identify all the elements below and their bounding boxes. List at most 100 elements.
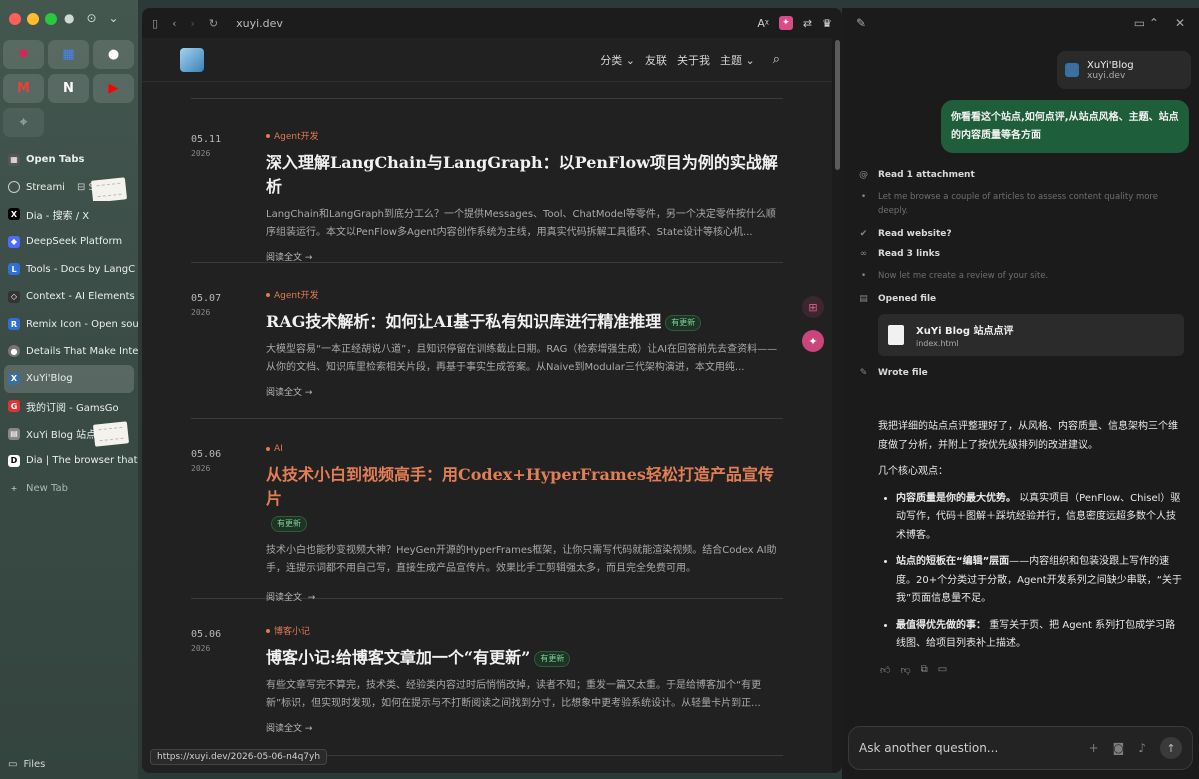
link-icon: ∞ [859,248,868,259]
address-bar[interactable]: xuyi.dev [236,17,283,30]
plus-icon: + [10,483,18,493]
attachment-card[interactable]: XuYi'Blog xuyi.dev [1057,51,1191,89]
pinned-slack[interactable]: ✱ [3,40,44,69]
tab-item[interactable]: X Dia - 搜索 / X [0,201,138,228]
file-card[interactable]: XuYi Blog 站点点评 index.html [878,314,1184,357]
assistant-icon[interactable]: ♛ [822,17,832,30]
add-pinned-button[interactable]: ⌖ [3,108,44,137]
translate-icon[interactable]: Aᵡ [757,17,769,30]
read-more-link[interactable]: 阅读全文 → [266,385,783,398]
reload-icon[interactable]: ↻ [209,17,218,30]
post-title[interactable]: 从技术小白到视频高手：用Codex+HyperFrames轻松打造产品宣传片 有更… [266,463,783,535]
copy-icon[interactable]: ⧉ [921,664,928,676]
read-more-link[interactable]: 阅读全文 → [266,250,783,263]
tab-item[interactable]: L Tools - Docs by LangC [0,256,138,283]
thumbs-up-icon[interactable]: 👍︎ [880,664,890,676]
close-icon[interactable]: ✕ [1175,16,1185,30]
deepseek-icon: ◆ [8,235,20,248]
nav-theme[interactable]: 主题 ⌄ [720,52,755,68]
ask-input[interactable]: Ask another question... [859,741,998,755]
updated-badge: 有更新 [665,314,702,331]
post-year: 2026 [191,308,211,317]
post-category[interactable]: AI [266,444,783,454]
ask-input-box[interactable]: Ask another question... + ◙ ♪ ↑ [848,726,1193,770]
tab-item[interactable]: D Dia | The browser that [0,447,138,474]
step-opened-file[interactable]: ▤ Opened file [858,294,1188,304]
widget-grid-button[interactable]: ⊞ [802,296,824,318]
nav-categories[interactable]: 分类 ⌄ [600,52,635,68]
back-icon[interactable]: ‹ [172,17,176,30]
site-logo[interactable] [180,47,204,72]
translate-float-button[interactable]: ✦ [802,330,824,352]
tab-item[interactable]: Streami ⊟ S [0,173,138,201]
pinned-youtube[interactable]: ▶ [93,74,134,103]
forward-icon[interactable]: › [190,17,194,30]
sidebar-toggle-icon[interactable]: ▯ [152,17,158,30]
tab-item[interactable]: G 我的订阅 - GamsGo [0,393,138,420]
files-label: Files [23,759,46,770]
post-title[interactable]: 深入理解LangChain与LangGraph：以PenFlow项目为例的实战解… [266,151,783,199]
plus-icon[interactable]: + [1089,741,1099,755]
pinned-gmail[interactable]: M [3,74,44,103]
link-status-url: https://xuyi.dev/2026-05-06-n4q7yh [150,749,328,765]
tab-list: ▦ Open Tabs Streami ⊟ S X Dia - 搜索 / X ◆… [0,146,138,502]
assistant-panel: ✎ ▭ ⌃ ✕ XuYi'Blog xuyi.dev 你看看这个站点,如何点评,… [842,8,1199,779]
post-category[interactable]: 博客小记 [266,624,783,637]
tab-item[interactable]: ● Details That Make Inte [0,338,138,365]
profile-icon[interactable]: ● [64,11,74,25]
step-thought: • Let me browse a couple of articles to a… [858,190,1188,219]
tab-item[interactable]: ◇ Context - AI Elements [0,283,138,310]
browser-window: ▯ ‹ › ↻ xuyi.dev Aᵡ ✦ ⇄ ♛ 分类 ⌄ 友联 关于我 主题… [142,8,842,773]
tab-label: Context - AI Elements [26,291,135,303]
step-thought: • Now let me create a review of your site… [858,269,1188,284]
nav-about[interactable]: 关于我 [677,52,710,68]
tab-item-active[interactable]: X XuYi'Blog [4,365,134,393]
post-title-text: 博客小记:给博客文章加一个“有更新” [266,648,531,667]
camera-icon[interactable]: ◙ [1113,741,1125,755]
thumbs-down-icon[interactable]: 👎︎ [900,664,910,676]
share-icon[interactable]: ⇄ [803,17,812,30]
read-more-label: 阅读全文 [266,388,303,398]
tab-item[interactable]: ▤ XuYi Blog 站点点 [0,420,138,447]
nav-friends[interactable]: 友联 [645,52,667,68]
edit-file-icon: ✎ [859,368,868,379]
post-category[interactable]: Agent开发 [266,288,783,301]
read-more-link[interactable]: 阅读全文 → [266,721,783,734]
open-tabs-label: Open Tabs [26,154,85,166]
answer-point: 站点的短板在“编辑”层面——内容组织和包装没跟上写作的速度。20+个分类过于分散… [896,553,1184,609]
notion-icon: N [63,81,74,96]
post-title[interactable]: 博客小记:给博客文章加一个“有更新” 有更新 [266,646,783,670]
pinned-google-calendar[interactable]: ▦ [48,40,89,69]
step-read-links[interactable]: ∞ Read 3 links [858,249,1188,259]
tab-item[interactable]: R Remix Icon - Open sou [0,310,138,337]
microphone-icon[interactable]: ♪ [1138,741,1146,755]
updated-badge: 有更新 [534,650,571,667]
files-button[interactable]: ▭ Files [8,759,45,770]
tab-item[interactable]: ◆ DeepSeek Platform [0,228,138,255]
close-window-button[interactable] [9,13,21,25]
window-icon[interactable]: ▭ [938,664,947,676]
step-wrote-file[interactable]: ✎ Wrote file [858,368,1188,378]
tab-label: XuYi'Blog [26,373,73,385]
nav-categories-label: 分类 [600,53,623,67]
pinned-github[interactable]: ● [93,40,134,69]
panel-layout-icon[interactable]: ▭ ⌃ [1134,16,1159,30]
extension-icon[interactable]: ✦ [778,16,793,30]
search-icon[interactable]: ⌕ [773,52,780,67]
chevron-down-icon[interactable]: ⌄ [109,11,119,25]
pinned-notion[interactable]: N [48,74,89,103]
step-read-website[interactable]: ✔ Read website? [858,229,1188,239]
post-category[interactable]: Agent开发 [266,129,783,142]
download-icon[interactable]: ⊙ [86,11,96,25]
send-button[interactable]: ↑ [1160,737,1182,759]
page-scrollbar[interactable] [835,40,840,170]
gamsgo-icon: G [8,400,20,413]
maximize-window-button[interactable] [45,13,57,25]
minimize-window-button[interactable] [27,13,39,25]
new-tab-button[interactable]: + New Tab [0,475,138,502]
post-excerpt: 大模型容易“一本正经胡说八道”，且知识停留在训练截止日期。RAG（检索增强生成）… [266,344,778,373]
new-chat-icon[interactable]: ✎ [856,16,866,30]
post-title[interactable]: RAG技术解析：如何让AI基于私有知识库进行精准推理 有更新 [266,310,783,334]
open-tabs-header[interactable]: ▦ Open Tabs [0,146,138,173]
step-read-attachment[interactable]: @ Read 1 attachment [858,170,1188,180]
